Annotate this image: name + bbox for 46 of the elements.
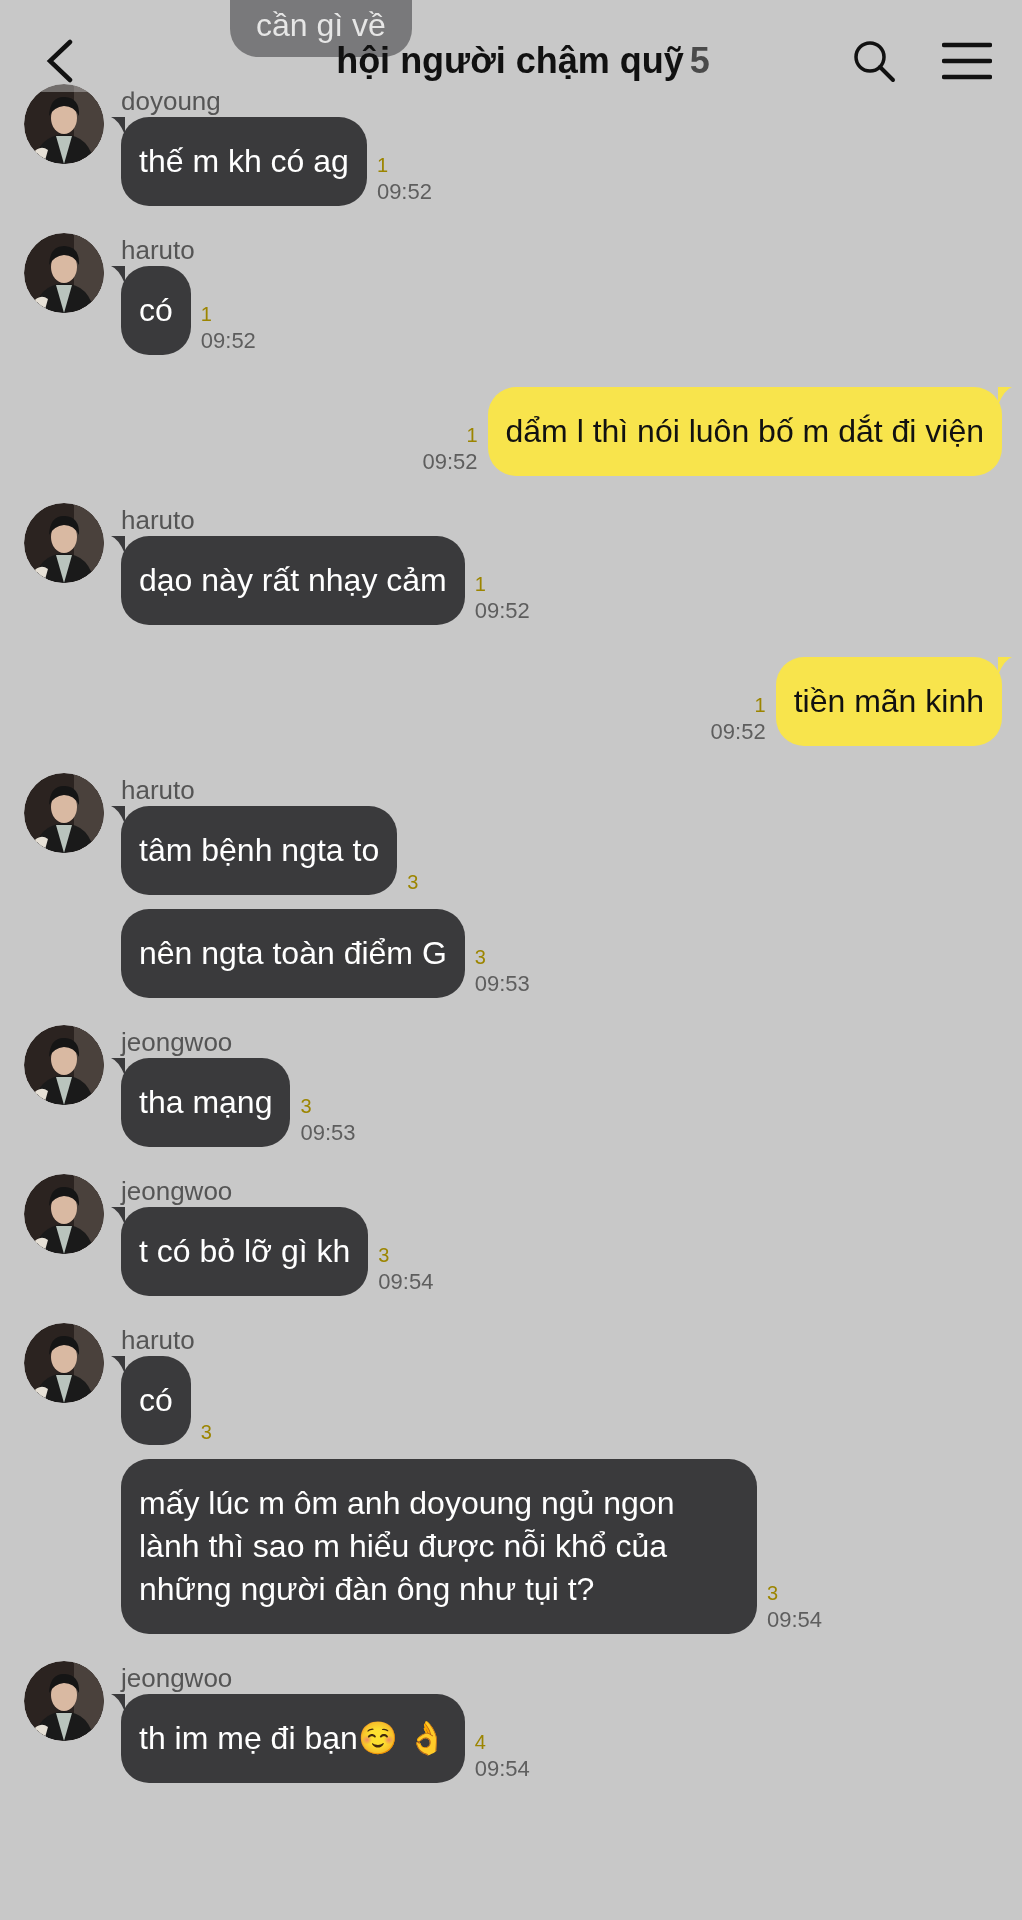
bubble-tail: [111, 1694, 125, 1712]
message-time: 09:54: [378, 1270, 434, 1294]
unread-count: 1: [376, 154, 389, 176]
sender-name: jeongwoo: [121, 1030, 234, 1055]
unread-count: 3: [378, 1244, 391, 1266]
message-time: 09:52: [422, 450, 478, 474]
unread-count: 3: [200, 1421, 212, 1443]
bubble-tail: [111, 1356, 125, 1374]
unread-count: 3: [407, 871, 419, 893]
sender-name: haruto: [121, 238, 196, 263]
bubble-tail: [111, 117, 125, 135]
message-time: 09:54: [474, 1757, 530, 1781]
unread-count: 3: [474, 946, 487, 968]
menu-button[interactable]: [942, 42, 992, 80]
bubble-tail: [111, 536, 125, 554]
bubble-tail: [111, 266, 125, 284]
bubble-tail: [998, 657, 1012, 675]
message-time: 09:52: [710, 720, 766, 744]
sender-name: jeongwoo: [121, 1666, 234, 1691]
bubble-tail: [111, 1207, 125, 1225]
message-time: 09:53: [474, 972, 530, 996]
back-button[interactable]: [44, 39, 74, 83]
message-time: 09:52: [200, 329, 256, 353]
sender-name: haruto: [121, 1328, 196, 1353]
unread-count: 1: [466, 424, 478, 446]
unread-count: 1: [200, 303, 213, 325]
unread-count: 3: [767, 1582, 780, 1604]
unread-count: 1: [474, 573, 487, 595]
unread-count: 1: [754, 694, 766, 716]
unread-count: 3: [300, 1095, 313, 1117]
member-count: 5: [689, 40, 710, 82]
sender-name: doyoung: [121, 89, 222, 114]
sender-name: haruto: [121, 778, 196, 803]
sender-name: haruto: [121, 508, 196, 533]
message-bubble: mấy lúc m ôm anh doyoung ngủ ngon lành thì sao m hiểu được nỗi khổ của những người đàn ông như tụi t?: [121, 1459, 757, 1634]
message-time: 09:52: [376, 180, 432, 204]
unread-count: 4: [474, 1731, 487, 1753]
bubble-tail: [111, 806, 125, 824]
bubble-tail: [111, 1058, 125, 1076]
search-button[interactable]: [852, 39, 896, 83]
message-time: 09:53: [300, 1121, 356, 1145]
message-time: 09:52: [474, 599, 530, 623]
message-bubble: nên ngta toàn điểm G: [121, 909, 465, 998]
sender-name: jeongwoo: [121, 1179, 234, 1204]
bubble-tail: [998, 387, 1012, 405]
message-time: 09:54: [767, 1608, 823, 1632]
